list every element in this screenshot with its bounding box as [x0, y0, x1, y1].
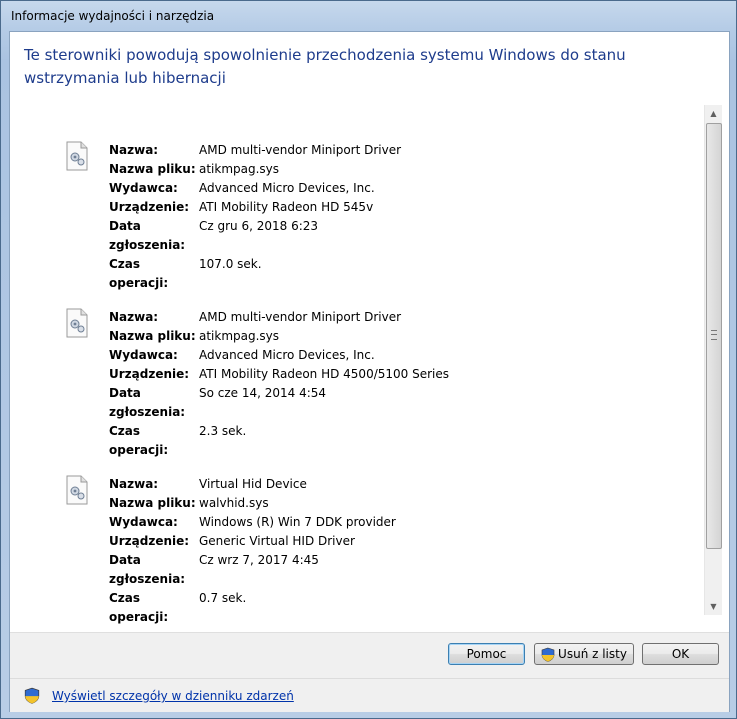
driver-reported: Cz wrz 7, 2017 4:45 [199, 553, 319, 567]
driver-entry: Nazwa: AMD multi-vendor Miniport Driver N… [66, 308, 669, 460]
time-label: Czas operacji: [109, 257, 169, 290]
driver-file-icon [66, 308, 88, 338]
driver-file-icon [66, 475, 88, 505]
name-label: Nazwa: [109, 477, 159, 491]
publisher-label: Wydawca: [109, 181, 178, 195]
file-label: Nazwa pliku: [109, 162, 196, 176]
file-label: Nazwa pliku: [109, 329, 196, 343]
dialog-footer: Pomoc Usuń z listy OK Wyświetl szczegóły… [10, 632, 729, 712]
help-button[interactable]: Pomoc [448, 643, 525, 665]
name-label: Nazwa: [109, 310, 159, 324]
driver-time: 2.3 sek. [199, 424, 247, 438]
footer-divider [10, 678, 729, 679]
device-label: Urządzenie: [109, 534, 190, 548]
ok-button[interactable]: OK [642, 643, 719, 665]
driver-name: AMD multi-vendor Miniport Driver [199, 143, 402, 157]
driver-publisher: Windows (R) Win 7 DDK provider [199, 515, 396, 529]
device-label: Urządzenie: [109, 200, 190, 214]
driver-file: walvhid.sys [199, 496, 269, 510]
reported-label: Data zgłoszenia: [109, 219, 186, 252]
window-title: Informacje wydajności i narzędzia [11, 9, 215, 23]
driver-reported: Cz gru 6, 2018 6:23 [199, 219, 319, 233]
scroll-down-arrow-icon[interactable]: ▼ [705, 598, 722, 615]
reported-label: Data zgłoszenia: [109, 386, 186, 419]
time-label: Czas operacji: [109, 591, 169, 624]
publisher-label: Wydawca: [109, 515, 178, 529]
driver-reported: So cze 14, 2014 4:54 [199, 386, 327, 400]
driver-device: ATI Mobility Radeon HD 4500/5100 Series [199, 367, 450, 381]
reported-label: Data zgłoszenia: [109, 553, 186, 586]
driver-file: atikmpag.sys [199, 162, 280, 176]
dialog-window: Informacje wydajności i narzędzia Te ste… [0, 0, 737, 719]
file-label: Nazwa pliku: [109, 496, 196, 510]
driver-name: Virtual Hid Device [199, 477, 307, 491]
driver-name: AMD multi-vendor Miniport Driver [199, 310, 402, 324]
remove-from-list-button[interactable]: Usuń z listy [534, 643, 634, 665]
dialog-client-area: Te sterowniki powodują spowolnienie prze… [9, 31, 730, 712]
time-label: Czas operacji: [109, 424, 169, 457]
driver-entry: Nazwa: Virtual Hid Device Nazwa pliku: wal… [66, 475, 669, 627]
driver-time: 107.0 sek. [199, 257, 262, 271]
driver-device: Generic Virtual HID Driver [199, 534, 355, 548]
device-label: Urządzenie: [109, 367, 190, 381]
uac-shield-icon [24, 687, 40, 704]
uac-shield-icon [541, 647, 555, 662]
driver-publisher: Advanced Micro Devices, Inc. [199, 181, 375, 195]
name-label: Nazwa: [109, 143, 159, 157]
driver-entry: Nazwa: AMD multi-vendor Miniport Driver N… [66, 141, 669, 293]
vertical-scrollbar[interactable]: ▲ ▼ [704, 105, 722, 615]
scrollbar-grip-icon [711, 330, 717, 340]
scrollbar-thumb[interactable] [706, 123, 722, 549]
driver-time: 0.7 sek. [199, 591, 247, 605]
driver-file: atikmpag.sys [199, 329, 280, 343]
publisher-label: Wydawca: [109, 348, 178, 362]
driver-device: ATI Mobility Radeon HD 545v [199, 200, 374, 214]
view-event-log-link[interactable]: Wyświetl szczegóły w dzienniku zdarzeń [52, 687, 294, 705]
driver-publisher: Advanced Micro Devices, Inc. [199, 348, 375, 362]
driver-file-icon [66, 141, 88, 171]
driver-list[interactable]: Nazwa: AMD multi-vendor Miniport Driver N… [24, 104, 722, 624]
remove-from-list-label: Usuń z listy [558, 647, 627, 661]
scroll-up-arrow-icon[interactable]: ▲ [705, 105, 722, 122]
page-heading: Te sterowniki powodują spowolnienie prze… [24, 46, 626, 87]
